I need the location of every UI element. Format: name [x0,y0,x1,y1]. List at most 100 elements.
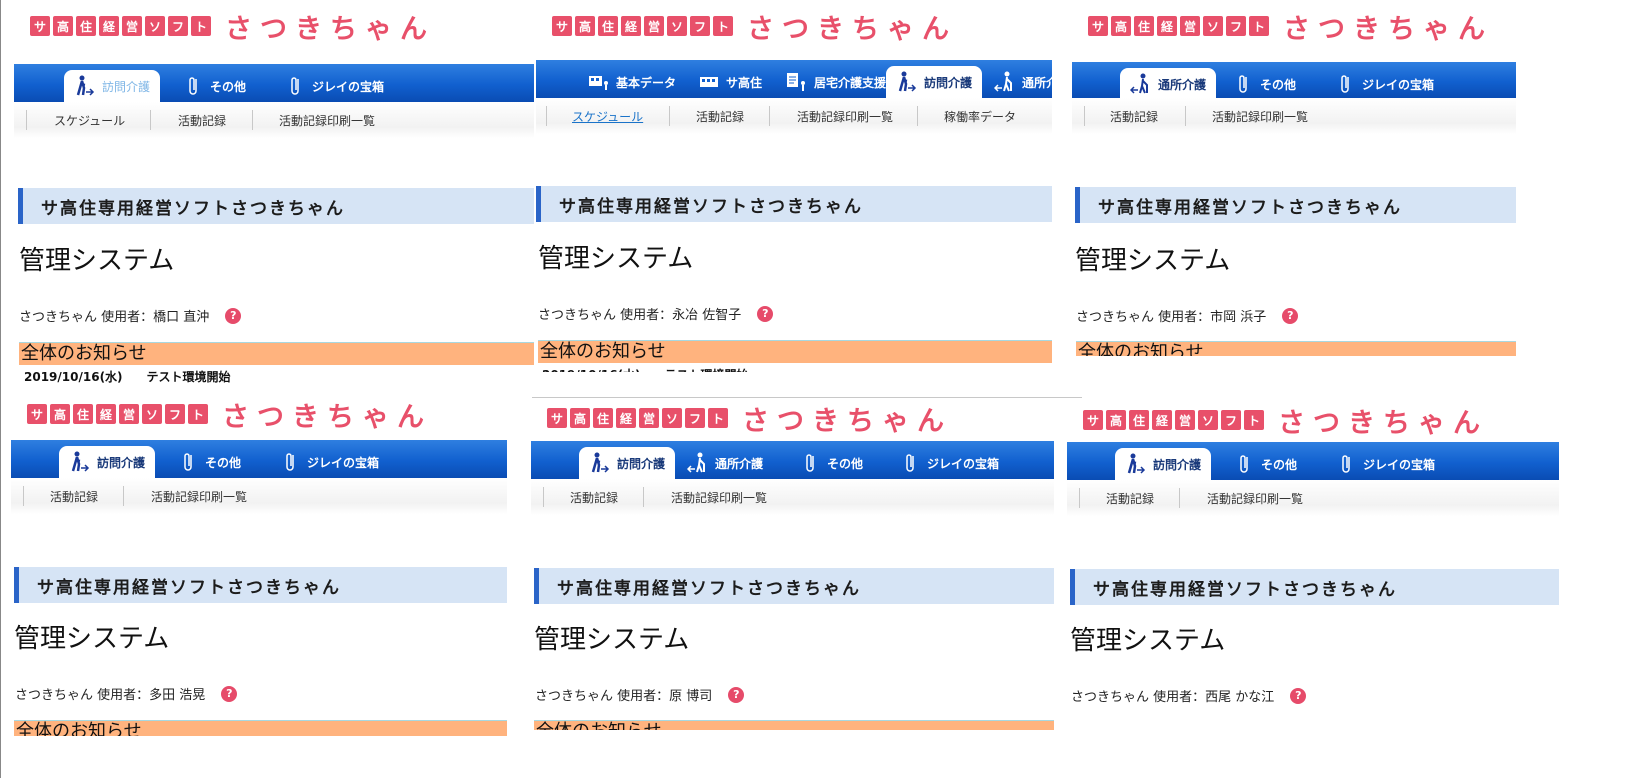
paperclip-icon [1232,73,1254,95]
paperclip-icon [799,452,821,474]
paperclip-icon [899,452,921,474]
help-icon[interactable]: ? [728,686,745,703]
logo-char: 経 [621,16,641,36]
tab-jirei[interactable]: ジレイの宝箱 [279,446,379,478]
user-name: 市岡 浜子 [1210,310,1267,325]
tab-houmon-kaigo[interactable]: 訪問介護 [579,447,676,479]
subnav-activity-record[interactable]: 活動記録 [1110,108,1158,125]
tab-label: 通所介護 [715,456,764,471]
tab-sonota[interactable]: その他 [799,447,863,479]
user-name: 多田 浩晃 [149,688,206,703]
logo-char: 営 [1180,16,1200,36]
logo-char: ト [1249,16,1269,36]
logo[interactable]: サ 高 住 経 営 ソ フ ト さつきちゃん [1088,10,1493,45]
tab-label: 通所介護 [1158,77,1207,92]
logo[interactable]: サ 高 住 経 営 ソ フ ト さつきちゃん [547,402,952,437]
tab-houmon-kaigo[interactable]: 訪問介護 [886,66,983,98]
logo-char: ト [1244,410,1264,430]
logo-char: 高 [575,16,595,36]
user-line: さつきちゃん 使用者： 市岡 浜子 ? [1076,306,1299,325]
tab-kihon-data[interactable]: 基本データ [588,66,676,98]
logo-char: 高 [53,16,73,36]
logo[interactable]: サ 高 住 経 営 ソ フ ト さつきちゃん [27,398,432,433]
tab-tsusho[interactable]: 通所介 [994,66,1052,98]
tab-label: 居宅介護支援 [814,75,887,90]
subnav-schedule[interactable]: スケジュール [54,112,125,129]
logo-char: ソ [1198,410,1218,430]
logo[interactable]: サ 高 住 経 営 ソ フ ト さつきちゃん [552,10,957,45]
paperclip-icon [279,451,301,473]
subnav-print-list[interactable]: 活動記録印刷一覧 [797,108,893,125]
tab-houmon-kaigo[interactable]: 訪問介護 [59,446,156,478]
walking-person-icon [896,71,918,93]
tab-label: その他 [210,79,247,94]
tab-sonota[interactable]: その他 [1233,448,1297,480]
help-icon[interactable]: ? [757,305,774,322]
tab-bar: 基本データ サ高住 居宅介護支援 訪問介護 通所介 [536,60,1052,98]
walking-person-icon [69,451,91,473]
subnav-activity-record[interactable]: 活動記録 [570,489,618,506]
tab-label: その他 [1261,457,1298,472]
user-prefix: さつきちゃん 使用者： [15,688,150,703]
logo-char: フ [165,404,185,424]
tab-jirei[interactable]: ジレイの宝箱 [1335,448,1435,480]
help-icon[interactable]: ? [1290,687,1307,704]
header-banner: サ高住専用経営ソフトさつきちゃん [1075,187,1516,223]
tab-jirei[interactable]: ジレイの宝箱 [899,447,999,479]
tab-jirei[interactable]: ジレイの宝箱 [284,70,384,102]
tab-bar: 訪問介護 その他 ジレイの宝箱 [11,440,507,478]
subnav-print-list[interactable]: 活動記録印刷一覧 [671,489,767,506]
logo-char: 住 [1134,16,1154,36]
tab-jirei[interactable]: ジレイの宝箱 [1334,68,1434,100]
logo-char: ソ [667,16,687,36]
user-name: 永冶 佐智子 [672,308,742,323]
paperclip-icon [182,75,204,97]
subnav-schedule[interactable]: スケジュール [572,108,643,125]
tab-sonota[interactable]: その他 [1232,68,1296,100]
tab-houmon-kaigo[interactable]: 訪問介護 [1115,448,1212,480]
tab-label: その他 [1260,77,1297,92]
tab-sakouju[interactable]: サ高住 [698,66,762,98]
notice-item[interactable]: 2019/10/16(水) テスト環境開始 [24,368,231,385]
logo-char: 経 [96,404,116,424]
subnav-occupancy-data[interactable]: 稼働率データ [944,108,1016,125]
header-banner: サ高住専用経営ソフトさつきちゃん [18,188,534,224]
subnav-print-list[interactable]: 活動記録印刷一覧 [279,112,375,129]
subnav-activity-record[interactable]: 活動記録 [50,488,98,505]
subnav-activity-record[interactable]: 活動記録 [1106,490,1154,507]
logo-name: さつきちゃん [747,13,957,45]
panel-3: サ 高 住 経 営 ソ フ ト さつきちゃん 通所介護 その他 ジレイの宝箱 活… [1072,0,1516,356]
logo[interactable]: サ 高 住 経 営 ソ フ ト さつきちゃん [1083,404,1488,439]
logo-char: 経 [1152,410,1172,430]
subnav-activity-record[interactable]: 活動記録 [178,112,226,129]
walking-person-icon [589,452,611,474]
help-icon[interactable]: ? [221,685,238,702]
left-border-line [0,0,1,778]
help-icon[interactable]: ? [1282,307,1299,324]
person-cane-icon [994,71,1016,93]
logo[interactable]: サ 高 住 経 営 ソ フ ト さつきちゃん [30,10,435,45]
tab-sonota[interactable]: その他 [177,446,241,478]
tab-tsusho-kaigo[interactable]: 通所介護 [687,447,763,479]
tab-kyotaku[interactable]: 居宅介護支援 [786,66,886,98]
subnav-activity-record[interactable]: 活動記録 [696,108,744,125]
logo-char: サ [552,16,572,36]
help-icon[interactable]: ? [225,307,242,324]
tab-houmon-kaigo[interactable]: 訪問介護 [64,70,161,102]
logo-char: ト [713,16,733,36]
logo-char: 営 [639,408,659,428]
logo-char: 高 [50,404,70,424]
notice-item[interactable]: 2019/10/16(水) テスト環境開始 [542,366,749,372]
subnav-print-list[interactable]: 活動記録印刷一覧 [1212,108,1308,125]
subnav-print-list[interactable]: 活動記録印刷一覧 [1207,490,1303,507]
logo-char: 営 [644,16,664,36]
header-banner: サ高住専用経営ソフトさつきちゃん [14,567,507,603]
tab-bar: 訪問介護 その他 ジレイの宝箱 [1067,442,1559,480]
user-prefix: さつきちゃん 使用者： [538,308,673,323]
tab-sonota[interactable]: その他 [182,70,246,102]
panel-1: サ 高 住 経 営 ソ フ ト さつきちゃん 訪問介護 その他 ジレイの宝箱 ス… [14,0,534,388]
document-person-icon [786,71,808,93]
subnav-print-list[interactable]: 活動記録印刷一覧 [151,488,247,505]
logo-char: 経 [99,16,119,36]
tab-tsusho-kaigo[interactable]: 通所介護 [1120,68,1217,100]
